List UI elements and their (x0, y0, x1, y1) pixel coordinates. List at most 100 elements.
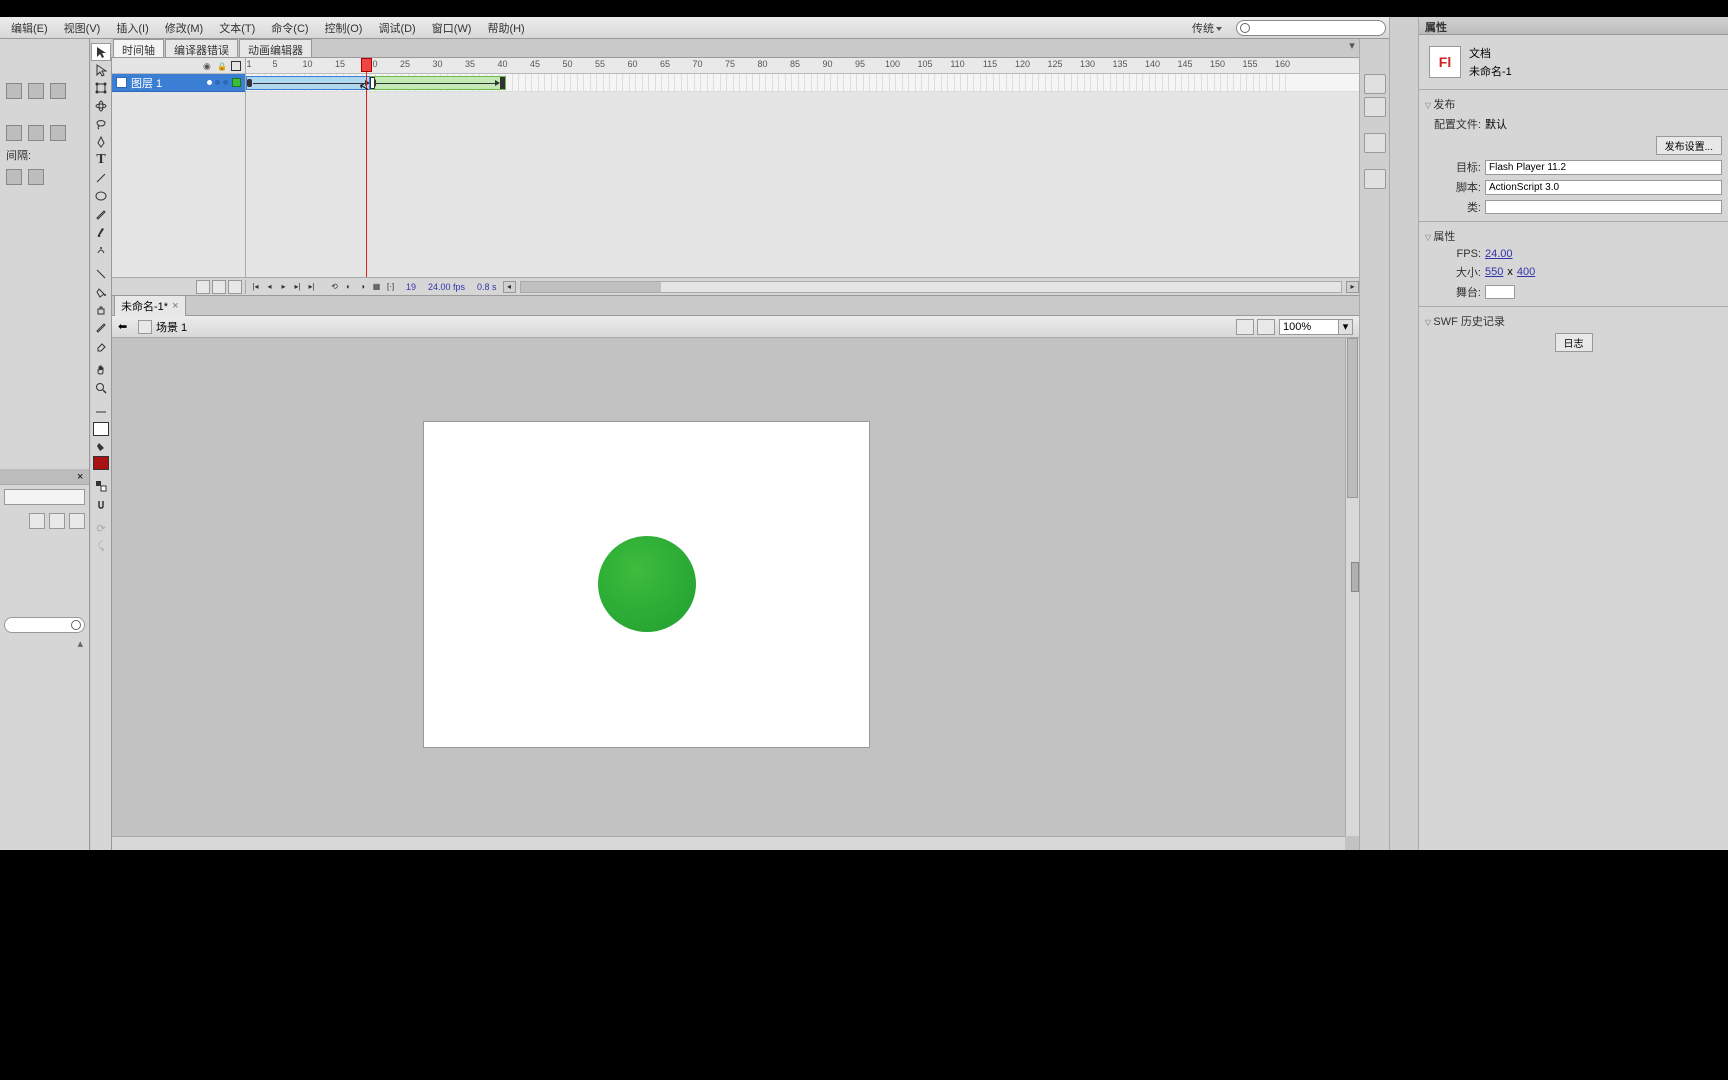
close-tab-icon[interactable]: × (172, 300, 178, 312)
align-btn-3[interactable] (50, 83, 66, 99)
mini-search[interactable] (4, 617, 85, 633)
menu-view[interactable]: 视图(V) (56, 18, 109, 38)
pen-tool[interactable] (91, 133, 111, 151)
option-1-tool[interactable]: ⟳ (91, 519, 111, 537)
back-icon[interactable]: ⬅ (118, 320, 132, 334)
mini-btn-1[interactable] (29, 513, 45, 529)
timeline-frames-row[interactable] (246, 74, 1359, 92)
tab-timeline[interactable]: 时间轴 (113, 39, 164, 57)
onion-outline-button[interactable]: ◑ (356, 280, 369, 293)
green-circle-shape[interactable] (598, 536, 696, 632)
snap-tool[interactable] (91, 495, 111, 513)
menu-window[interactable]: 窗口(W) (424, 18, 480, 38)
edit-scene-button[interactable] (1236, 319, 1254, 335)
scroll-left-button[interactable]: ◂ (503, 281, 516, 293)
layer-outline-swatch[interactable] (232, 78, 241, 87)
align-btn-6[interactable] (50, 125, 66, 141)
free-transform-tool[interactable] (91, 79, 111, 97)
dock-icon-4[interactable] (1364, 169, 1386, 189)
new-layer-button[interactable] (196, 280, 210, 294)
class-field[interactable] (1485, 200, 1722, 214)
layer-pencil-icon[interactable] (207, 80, 212, 85)
mini-dropdown[interactable] (4, 489, 85, 505)
layer-row[interactable]: 图层 1 (112, 74, 245, 92)
paint-bucket-tool[interactable] (91, 283, 111, 301)
zoom-tool[interactable] (91, 379, 111, 397)
lock-icon[interactable] (217, 60, 228, 71)
stroke-color-swatch[interactable] (93, 422, 109, 436)
mini-btn-3[interactable] (69, 513, 85, 529)
menu-commands[interactable]: 命令(C) (263, 18, 316, 38)
tab-compiler-errors[interactable]: 编译器错误 (165, 39, 238, 57)
swf-history-header[interactable]: SWF 历史记录 (1425, 311, 1722, 331)
size-height[interactable]: 400 (1517, 266, 1535, 278)
align-btn-4[interactable] (6, 125, 22, 141)
horizontal-scrollbar[interactable] (112, 836, 1345, 850)
dock-icon-1[interactable] (1364, 74, 1386, 94)
log-button[interactable]: 日志 (1555, 333, 1593, 352)
edit-symbol-button[interactable] (1257, 319, 1275, 335)
fill-color-swatch[interactable] (93, 456, 109, 470)
menu-insert[interactable]: 插入(I) (108, 18, 156, 38)
menu-debug[interactable]: 调试(D) (370, 18, 423, 38)
properties-panel-header[interactable]: 属性 (1419, 17, 1728, 35)
stroke-style-tool[interactable] (91, 403, 111, 421)
rectangle-tool[interactable] (91, 187, 111, 205)
menu-modify[interactable]: 修改(M) (157, 18, 212, 38)
onion-skin-button[interactable]: ◐ (342, 280, 355, 293)
menu-help[interactable]: 帮助(H) (479, 18, 532, 38)
onion-marker-button[interactable]: [·] (384, 280, 397, 293)
close-icon[interactable]: × (77, 471, 87, 481)
swap-colors-tool[interactable] (91, 477, 111, 495)
target-field[interactable]: Flash Player 11.2 (1485, 160, 1722, 175)
publish-settings-button[interactable]: 发布设置... (1656, 136, 1722, 155)
expand-icon[interactable]: ▴ (0, 637, 89, 650)
text-tool[interactable]: T (91, 151, 111, 169)
stage-color-swatch[interactable] (1485, 285, 1515, 299)
mini-btn-2[interactable] (49, 513, 65, 529)
fps-value[interactable]: 24.00 (1485, 248, 1513, 260)
dock-collapse-strip[interactable] (1389, 17, 1419, 850)
gap-btn-1[interactable] (6, 169, 22, 185)
hand-tool[interactable] (91, 361, 111, 379)
zoom-dropdown-button[interactable]: ▾ (1339, 319, 1353, 335)
stage[interactable] (112, 338, 1359, 850)
new-folder-button[interactable] (212, 280, 226, 294)
timeline-scrollbar[interactable] (520, 281, 1342, 293)
prev-frame-button[interactable]: ◂ (263, 280, 276, 293)
dock-icon-3[interactable] (1364, 133, 1386, 153)
panel-menu-icon[interactable]: ▾ (1345, 39, 1359, 57)
3d-rotation-tool[interactable] (91, 97, 111, 115)
subselection-tool[interactable] (91, 61, 111, 79)
vertical-scrollbar[interactable] (1345, 338, 1359, 836)
menu-text[interactable]: 文本(T) (211, 18, 263, 38)
timeline-ruler[interactable]: 1510152025303540455055606570758085909510… (246, 58, 1359, 74)
align-btn-5[interactable] (28, 125, 44, 141)
eyedropper-tool[interactable] (91, 319, 111, 337)
scroll-right-button[interactable]: ▸ (1346, 281, 1359, 293)
search-input[interactable] (1236, 20, 1386, 36)
align-btn-1[interactable] (6, 83, 22, 99)
bone-tool[interactable] (91, 265, 111, 283)
visibility-icon[interactable] (203, 60, 214, 71)
ink-bottle-tool[interactable] (91, 301, 111, 319)
align-btn-2[interactable] (28, 83, 44, 99)
next-frame-button[interactable]: ▸| (291, 280, 304, 293)
eraser-tool[interactable] (91, 337, 111, 355)
size-width[interactable]: 550 (1485, 266, 1503, 278)
menu-control[interactable]: 控制(O) (317, 18, 371, 38)
lasso-tool[interactable] (91, 115, 111, 133)
tab-motion-editor[interactable]: 动画编辑器 (239, 39, 312, 57)
fill-style-tool[interactable] (91, 437, 111, 455)
option-2-tool[interactable]: ⤹ (91, 537, 111, 555)
delete-layer-button[interactable] (228, 280, 242, 294)
canvas[interactable] (424, 422, 869, 747)
first-frame-button[interactable]: |◂ (249, 280, 262, 293)
line-tool[interactable] (91, 169, 111, 187)
selection-tool[interactable] (91, 43, 111, 61)
mini-panel-header[interactable]: × (0, 469, 89, 485)
dock-icon-2[interactable] (1364, 97, 1386, 117)
props-section-header[interactable]: 属性 (1425, 226, 1722, 246)
gap-btn-2[interactable] (28, 169, 44, 185)
pencil-tool[interactable] (91, 205, 111, 223)
